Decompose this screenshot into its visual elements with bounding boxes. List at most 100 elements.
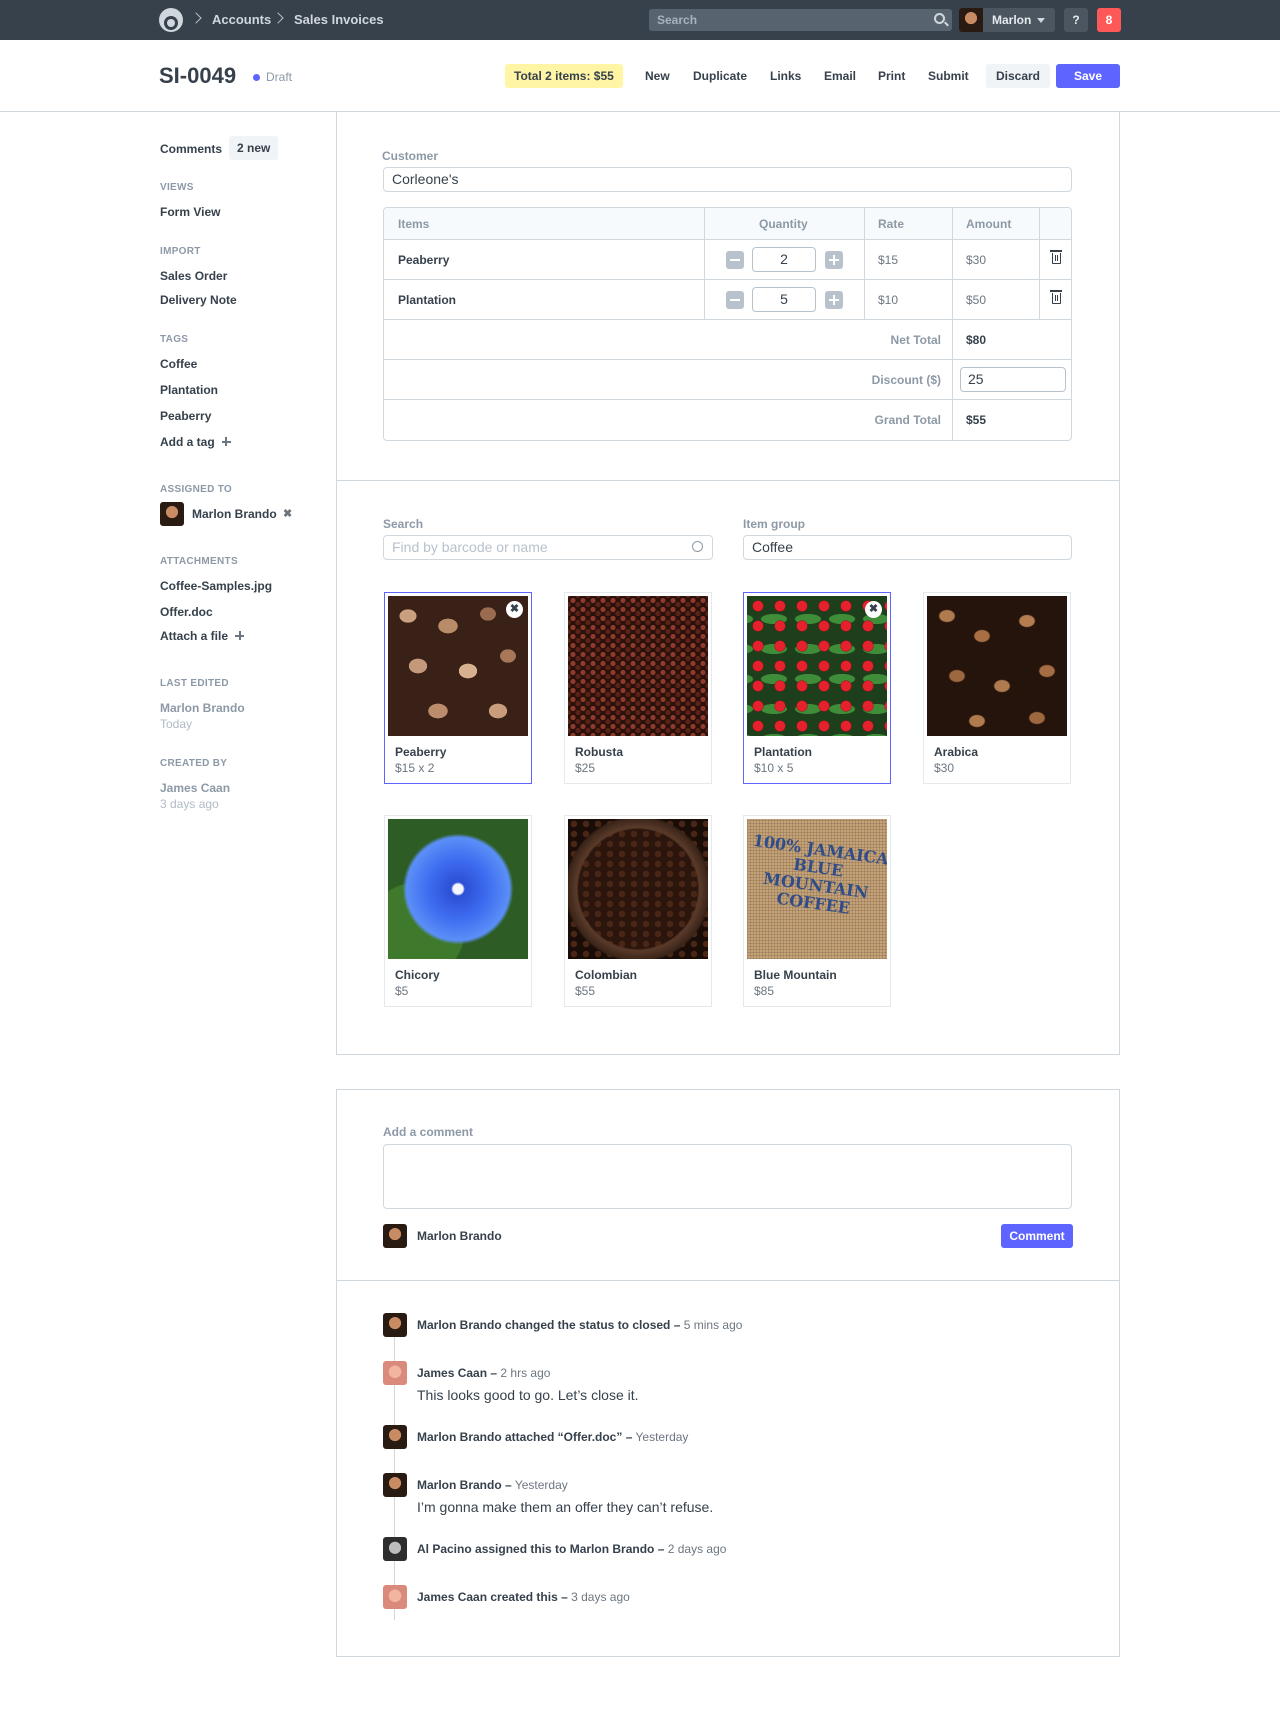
- remove-assignee-icon[interactable]: ✖: [283, 507, 292, 520]
- attach-file-button[interactable]: Attach a file: [160, 629, 245, 643]
- timeline-comment-body: This looks good to go. Let’s close it.: [417, 1387, 639, 1403]
- timeline-entry-text: James Caan –: [417, 1366, 498, 1380]
- assignee-avatar: [160, 502, 184, 526]
- product-price: $30: [934, 761, 955, 775]
- help-button[interactable]: ?: [1064, 8, 1088, 32]
- section-divider: [337, 1280, 1119, 1281]
- status-indicator-icon: [253, 74, 260, 81]
- grand-total-row: Grand Total $55: [384, 400, 1071, 440]
- tags-heading: Tags: [160, 334, 189, 345]
- trash-icon[interactable]: [1050, 250, 1062, 264]
- product-card-arabica[interactable]: Arabica $30: [923, 592, 1071, 784]
- page-title: SI-0049: [159, 63, 237, 88]
- item-name: Peaberry: [398, 253, 450, 267]
- net-total-row: Net Total $80: [384, 320, 1071, 360]
- last-edited-by[interactable]: Marlon Brando: [160, 701, 245, 715]
- increase-quantity-button[interactable]: [825, 251, 843, 269]
- attachment-coffee-samples[interactable]: Coffee-Samples.jpg: [160, 579, 272, 593]
- breadcrumb-accounts[interactable]: Accounts: [212, 12, 271, 27]
- tag-plantation[interactable]: Plantation: [160, 383, 218, 397]
- blue-mountain-image: 100% JAMAICA BLUE MOUNTAIN COFFEE: [747, 819, 887, 959]
- plus-icon: [235, 631, 245, 640]
- product-card-blue-mountain[interactable]: 100% JAMAICA BLUE MOUNTAIN COFFEE Blue M…: [743, 815, 891, 1007]
- customer-input[interactable]: Corleone's: [383, 167, 1072, 192]
- col-items: Items: [398, 217, 430, 231]
- comment-textarea[interactable]: [383, 1144, 1072, 1209]
- col-amount: Amount: [966, 217, 1012, 231]
- remove-item-icon[interactable]: ✖: [865, 601, 882, 618]
- user-avatar: [959, 8, 983, 32]
- search-icon: [692, 541, 703, 552]
- product-card-colombian[interactable]: Colombian $55: [564, 815, 712, 1007]
- tag-peaberry[interactable]: Peaberry: [160, 409, 211, 423]
- quantity-input[interactable]: 5: [752, 287, 816, 312]
- app-logo-icon[interactable]: [159, 8, 183, 32]
- decrease-quantity-button[interactable]: [726, 251, 744, 269]
- duplicate-button[interactable]: Duplicate: [693, 69, 747, 83]
- timeline-avatar: [383, 1473, 407, 1497]
- product-card-robusta[interactable]: Robusta $25: [564, 592, 712, 784]
- item-search-placeholder: Find by barcode or name: [392, 539, 548, 555]
- item-search-input[interactable]: Find by barcode or name: [383, 535, 713, 560]
- product-name: Blue Mountain: [754, 968, 837, 982]
- decrease-quantity-button[interactable]: [726, 291, 744, 309]
- timeline-entry: Marlon Brando changed the status to clos…: [417, 1318, 742, 1332]
- discount-label: Discount ($): [871, 373, 941, 387]
- increase-quantity-button[interactable]: [825, 291, 843, 309]
- product-card-peaberry[interactable]: ✖ Peaberry $15 x 2: [384, 592, 532, 784]
- save-button[interactable]: Save: [1056, 64, 1120, 88]
- tag-coffee[interactable]: Coffee: [160, 357, 197, 371]
- new-button[interactable]: New: [645, 69, 670, 83]
- comments-new-badge[interactable]: 2 new: [229, 136, 279, 160]
- quantity-input[interactable]: 2: [752, 247, 816, 272]
- product-name: Plantation: [754, 745, 813, 759]
- search-icon: [934, 13, 945, 24]
- sidebar-item-delivery-note[interactable]: Delivery Note: [160, 293, 237, 307]
- timeline-avatar: [383, 1537, 407, 1561]
- item-group-input[interactable]: Coffee: [743, 535, 1072, 560]
- discard-button[interactable]: Discard: [986, 64, 1050, 88]
- robusta-image: [568, 596, 708, 736]
- product-card-plantation[interactable]: ✖ Plantation $10 x 5: [743, 592, 891, 784]
- discount-input[interactable]: 25: [960, 367, 1066, 392]
- add-tag-label: Add a tag: [160, 435, 215, 449]
- timeline-time: Yesterday: [514, 1478, 568, 1492]
- assignee-name[interactable]: Marlon Brando: [192, 507, 277, 521]
- timeline-avatar: [383, 1313, 407, 1337]
- created-by-name[interactable]: James Caan: [160, 781, 230, 795]
- comment-button[interactable]: Comment: [1001, 1224, 1073, 1248]
- global-search-input[interactable]: Search: [649, 9, 952, 31]
- col-rate: Rate: [878, 217, 905, 231]
- user-menu-dropdown[interactable]: Marlon: [959, 8, 1055, 32]
- links-button[interactable]: Links: [770, 69, 801, 83]
- timeline-comment-body: I’m gonna make them an offer they can’t …: [417, 1499, 714, 1515]
- items-table: Items Quantity Rate Amount Peaberry 2 $1…: [383, 207, 1072, 441]
- total-summary-badge: Total 2 items: $55: [505, 64, 623, 88]
- colombian-image: [568, 819, 708, 959]
- submit-button[interactable]: Submit: [928, 69, 969, 83]
- notifications-button[interactable]: 8: [1097, 8, 1121, 32]
- print-button[interactable]: Print: [878, 69, 905, 83]
- sidebar-item-sales-order[interactable]: Sales Order: [160, 269, 227, 283]
- breadcrumb-sales-invoices[interactable]: Sales Invoices: [294, 12, 384, 27]
- sidebar-item-form-view[interactable]: Form View: [160, 205, 220, 219]
- timeline-avatar: [383, 1425, 407, 1449]
- add-comment-label: Add a comment: [383, 1125, 474, 1139]
- attachment-offer-doc[interactable]: Offer.doc: [160, 605, 213, 619]
- sack-print: 100% JAMAICA BLUE MOUNTAIN COFFEE: [751, 830, 887, 918]
- search-placeholder: Search: [657, 13, 698, 27]
- trash-icon[interactable]: [1050, 290, 1062, 304]
- remove-item-icon[interactable]: ✖: [506, 601, 523, 618]
- add-tag-button[interactable]: Add a tag: [160, 435, 231, 449]
- comment-author-name: Marlon Brando: [417, 1229, 502, 1243]
- user-name: Marlon: [992, 13, 1032, 27]
- page-header: SI-0049 Draft Total 2 items: $55 New Dup…: [0, 40, 1280, 112]
- product-name: Peaberry: [395, 745, 447, 759]
- table-row: Plantation 5 $10 $50: [384, 280, 1071, 320]
- product-price: $25: [575, 761, 596, 775]
- chevron-right-icon: [272, 12, 284, 24]
- timeline-entry: Marlon Brando – Yesterday: [417, 1478, 568, 1492]
- sidebar-comments-link[interactable]: Comments: [160, 142, 222, 156]
- product-card-chicory[interactable]: Chicory $5: [384, 815, 532, 1007]
- email-button[interactable]: Email: [824, 69, 856, 83]
